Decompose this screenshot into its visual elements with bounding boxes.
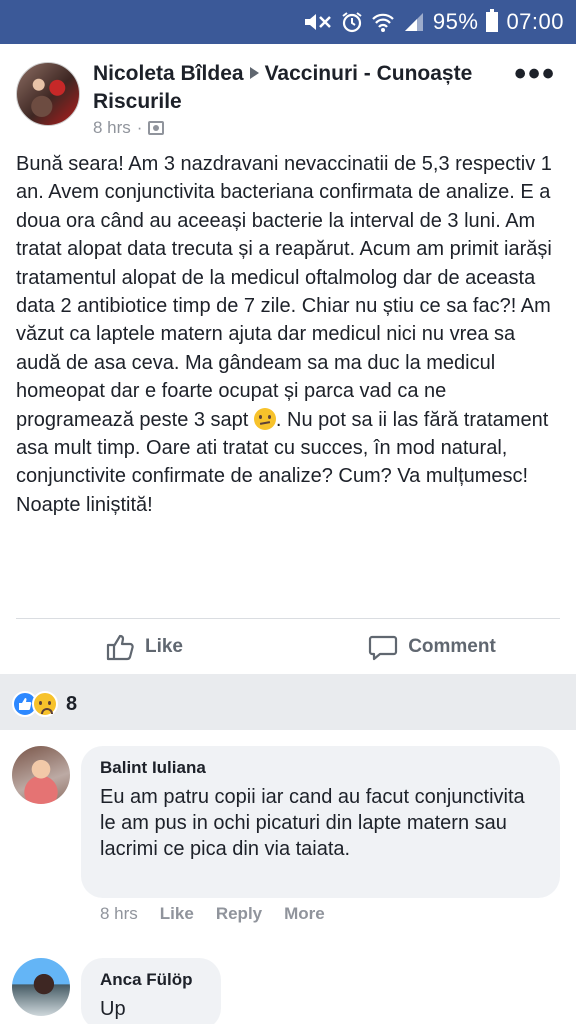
wifi-icon xyxy=(371,11,395,33)
more-options-icon[interactable]: ••• xyxy=(514,57,556,91)
group-privacy-icon xyxy=(148,121,165,135)
commenter-avatar[interactable] xyxy=(12,746,70,804)
comment-author[interactable]: Balint Iuliana xyxy=(100,756,542,780)
mute-icon xyxy=(303,11,333,33)
comment-author[interactable]: Anca Fülöp xyxy=(100,968,203,992)
author-name[interactable]: Nicoleta Bîldea xyxy=(93,62,244,85)
comments-section: Balint Iuliana Eu am patru copii iar can… xyxy=(0,730,576,1024)
post-timestamp[interactable]: 8 hrs xyxy=(93,118,131,138)
post-meta: 8 hrs · xyxy=(93,118,165,138)
meta-separator: · xyxy=(136,118,143,137)
comment-text: Eu am patru copii iar cand au facut conj… xyxy=(100,786,525,860)
comment-button[interactable]: Comment xyxy=(288,622,576,672)
divider xyxy=(16,618,560,619)
thumbs-up-icon xyxy=(106,634,134,661)
sad-reaction-icon xyxy=(32,691,58,717)
comment-like-link[interactable]: Like xyxy=(160,904,194,924)
comment-meta: 8 hrs Like Reply More xyxy=(100,904,325,924)
like-button[interactable]: Like xyxy=(0,622,288,672)
comment-text: Up xyxy=(100,998,126,1020)
post-text-part-1: Bună seara! Am 3 nazdravani nevaccinatii… xyxy=(16,153,552,431)
reactions-summary[interactable]: 8 xyxy=(0,682,576,726)
comment-bubble-icon xyxy=(369,635,398,661)
alarm-icon xyxy=(341,11,363,33)
author-avatar[interactable] xyxy=(16,62,80,126)
post-card: Nicoleta Bîldea Vaccinuri - Cunoaște Risc… xyxy=(0,44,576,674)
comment-bubble: Balint Iuliana Eu am patru copii iar can… xyxy=(81,746,560,898)
battery-icon xyxy=(486,9,499,32)
confused-face-emoji-icon xyxy=(253,407,276,430)
comment-bubble: Anca Fülöp Up xyxy=(81,958,221,1024)
post-header: Nicoleta Bîldea Vaccinuri - Cunoaște Risc… xyxy=(93,60,493,116)
battery-percent: 95% xyxy=(432,9,479,34)
status-bar: 95% 07:00 xyxy=(0,0,576,44)
comment-reply-link[interactable]: Reply xyxy=(216,904,262,924)
comment-label: Comment xyxy=(408,636,496,657)
comment-more-link[interactable]: More xyxy=(284,904,325,924)
commenter-avatar[interactable] xyxy=(12,958,70,1016)
signal-icon xyxy=(403,11,425,33)
post-action-bar: Like Comment xyxy=(0,622,576,672)
clock: 07:00 xyxy=(506,9,564,34)
arrow-right-icon xyxy=(249,67,259,80)
reaction-count: 8 xyxy=(66,692,78,715)
like-label: Like xyxy=(144,636,184,657)
comment-timestamp[interactable]: 8 hrs xyxy=(100,904,138,924)
post-text: Bună seara! Am 3 nazdravani nevaccinatii… xyxy=(16,150,564,519)
